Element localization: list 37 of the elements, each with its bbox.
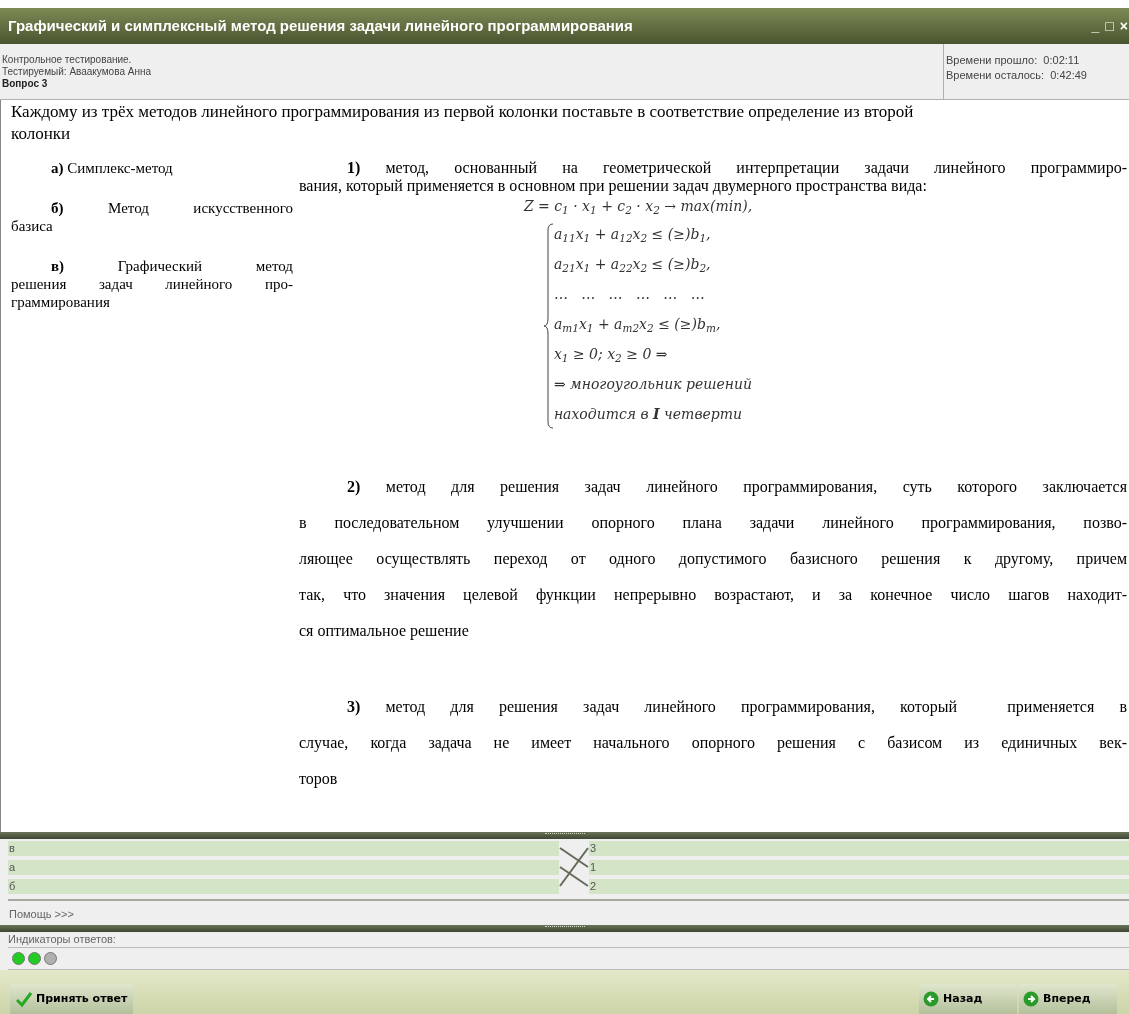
match-left-item[interactable]: в xyxy=(8,841,559,856)
match-left-item[interactable]: а xyxy=(8,860,559,875)
brace-icon xyxy=(543,223,554,429)
forward-button[interactable]: Вперед xyxy=(1019,984,1117,1014)
match-left-item[interactable]: б xyxy=(8,879,559,894)
method-option: а) Симплекс-метод xyxy=(11,159,293,177)
formula-line: a$_{11}$x$_{1}$ + a$_{12}$x$_{2}$ ≤ (≥)b$_{1}$, xyxy=(553,225,712,246)
match-right-item[interactable]: 3 xyxy=(589,841,1129,856)
info-text: Контрольное тестирование. xyxy=(2,54,133,66)
info-text: Тестируемый: Аваакумова Анна xyxy=(2,66,151,78)
formula-line: a$_{21}$x$_{1}$ + a$_{22}$x$_{2}$ ≤ (≥)b$_{2}$, xyxy=(553,255,712,276)
definition-text: 1) метод, основанный на геометрической интерпретации задачи линейного программиро- вания, который применяется в основном при решении задач двумерного пространства вида: xyxy=(299,159,1127,195)
window-title: Графический и симплексный метод решения задачи линейного программирования xyxy=(8,15,633,36)
checkmark-icon xyxy=(16,991,32,1007)
question-text: Каждому из трёх методов линейного программирования из первой колонки поставьте в соответствие определение из второй колонки xyxy=(10,101,915,145)
question-number: Вопрос 3 xyxy=(2,78,49,90)
timer-text: Времени прошло: 0:02:11 xyxy=(946,54,1081,66)
formula-line: находится в I четверти xyxy=(553,405,744,424)
timer-text: Времени осталось: 0:42:49 xyxy=(946,69,1088,81)
method-option: в) Графический метод решения задач линейного про- граммирования xyxy=(11,257,293,311)
formula-line: ⇒ многоугольник решений xyxy=(553,375,753,394)
accept-answer-button[interactable]: Принять ответ xyxy=(10,984,134,1014)
formula-line: x$_{1}$ ≥ 0; x$_{2}$ ≥ 0 ⇒ xyxy=(553,345,669,366)
back-button[interactable]: Назад xyxy=(919,984,1017,1014)
formula-line: Z = c$_{1}$ · x$_{1}$ + c$_{2}$ · x$_{2}$ → max(min), xyxy=(523,197,753,217)
formula-line: a$_{m1}$x$_{1}$ + a$_{m2}$x$_{2}$ ≤ (≥)b$_{m}$, xyxy=(553,315,722,336)
method-option: б) Метод искусственного базиса xyxy=(11,199,293,235)
match-right-item[interactable]: 1 xyxy=(589,860,1129,875)
formula-line: … … … … … … xyxy=(553,285,706,304)
help-link[interactable]: Помощь >>> xyxy=(8,906,74,922)
window-control[interactable]: × xyxy=(1118,19,1129,33)
indicators-label: Индикаторы ответов: xyxy=(8,932,117,947)
window-control[interactable]: □ xyxy=(1104,19,1115,33)
match-right-item[interactable]: 2 xyxy=(589,879,1129,894)
window-control[interactable]: _ xyxy=(1090,19,1101,33)
definition-text: 2) метод для решения задач линейного программирования, суть которого заключается в последовательном улучшении опорного плана задачи линейного программирования, позво- ляющее осуществлять переход от одного допустимого базисного решения к другому, причем так, что значения целевой функции непрерывно возрастают, и за конечное число шагов находит- ся оптимальное решение xyxy=(299,477,1127,642)
definition-text: 3) метод для решения задач линейного программирования, который применяется в случае, когда задача не имеет начального опорного решения с базисом из единичных век- торов xyxy=(299,697,1127,790)
